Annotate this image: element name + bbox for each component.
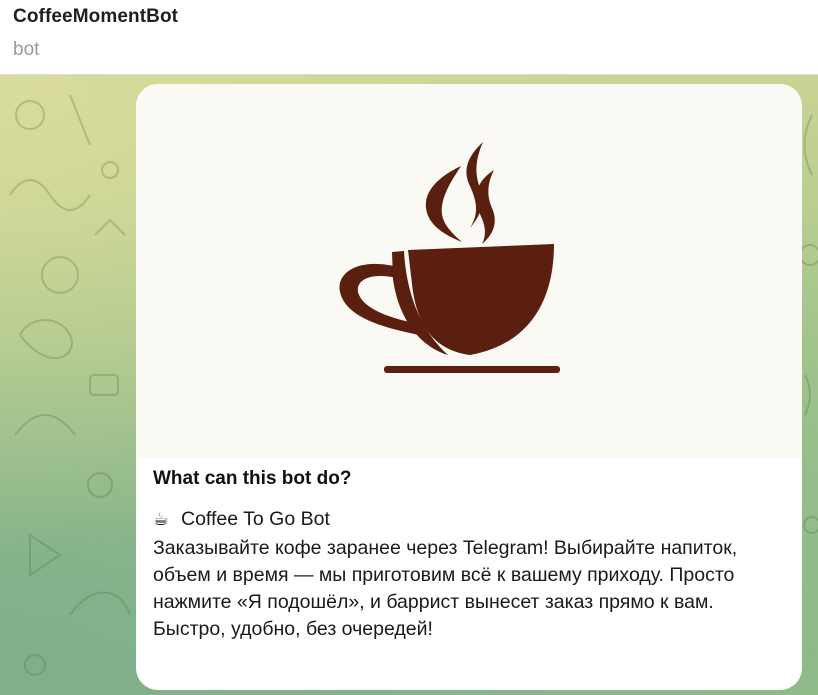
chat-header[interactable]: CoffeeMomentBot bot <box>0 0 818 75</box>
bot-name-line: ☕ Coffee To Go Bot <box>153 508 330 531</box>
description-line-3: нажмите «Я подошёл», и баррист вынесет з… <box>153 591 714 613</box>
coffee-cup-icon <box>339 142 560 373</box>
description-line-1: Заказывайте кофе заранее через Telegram!… <box>153 537 738 559</box>
coffee-emoji-icon: ☕ <box>153 509 170 529</box>
bot-description-heading: What can this bot do? <box>153 468 352 489</box>
bot-description-image <box>136 84 802 458</box>
bot-description-card: What can this bot do? ☕ Coffee To Go Bot … <box>136 84 802 690</box>
chat-status: bot <box>13 39 40 60</box>
description-line-2: объем и время — мы приготовим всё к ваше… <box>153 564 735 586</box>
bot-name: Coffee To Go Bot <box>181 508 330 530</box>
description-line-4: Быстро, удобно, без очередей! <box>153 618 433 640</box>
chat-title[interactable]: CoffeeMomentBot <box>13 6 178 28</box>
